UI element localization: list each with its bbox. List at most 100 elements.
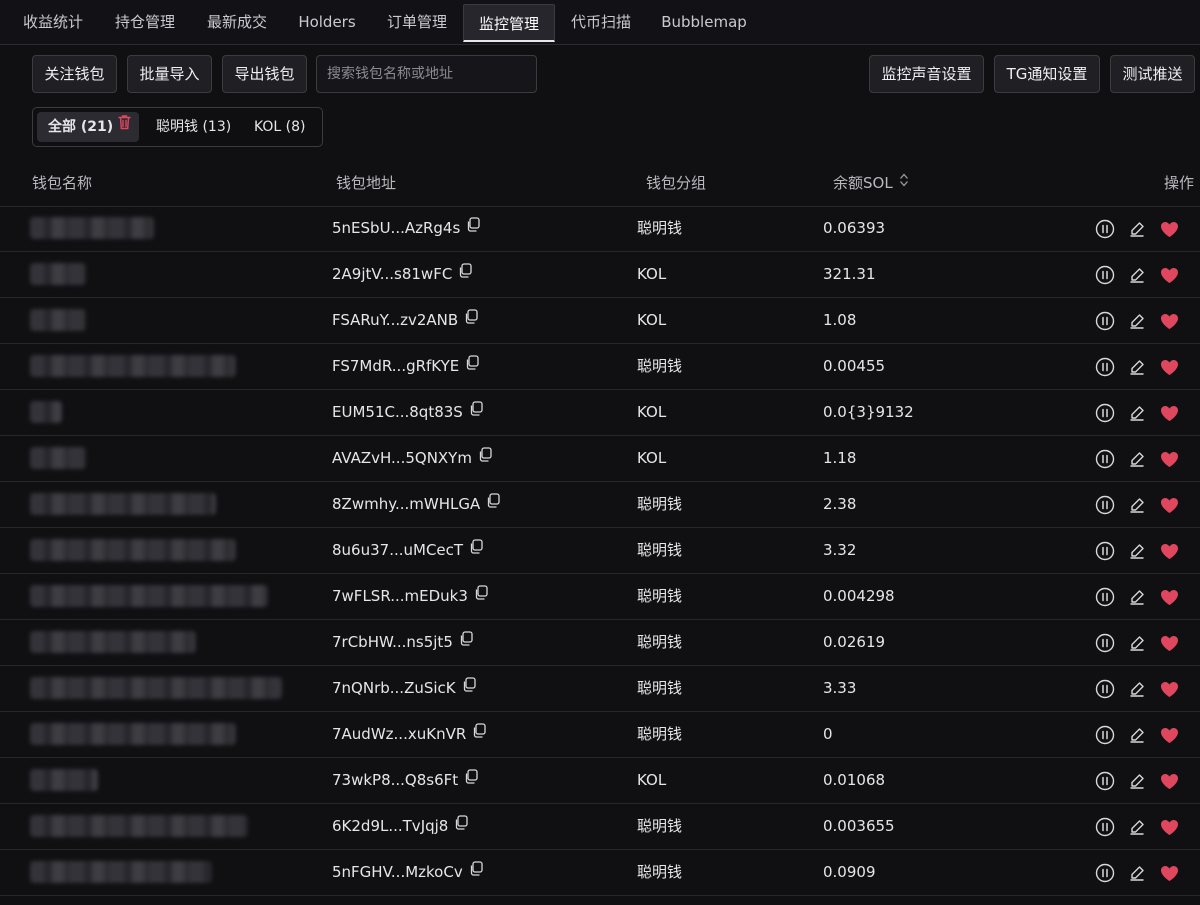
heart-icon[interactable] xyxy=(1158,770,1180,792)
filter-smart-money[interactable]: 聪明钱 (13) xyxy=(156,112,246,142)
test-push-button[interactable]: 测试推送 xyxy=(1110,55,1195,93)
pause-icon[interactable] xyxy=(1094,540,1116,562)
copy-icon[interactable] xyxy=(464,297,478,342)
heart-icon[interactable] xyxy=(1158,586,1180,608)
wallet-name-redacted[interactable] xyxy=(30,677,282,699)
tab-bubblemap[interactable]: Bubblemap xyxy=(648,2,760,42)
tab-holders[interactable]: Holders xyxy=(284,2,370,42)
edit-icon[interactable] xyxy=(1126,402,1148,424)
wallet-name-redacted[interactable] xyxy=(30,585,268,607)
copy-icon[interactable] xyxy=(459,619,473,664)
wallet-name-redacted[interactable] xyxy=(30,723,236,745)
wallet-address: FSARuY...zv2ANB xyxy=(332,311,459,329)
table-row: AVAZvH...5QNXYm KOL 1.18 xyxy=(0,436,1200,482)
edit-icon[interactable] xyxy=(1126,494,1148,516)
pause-icon[interactable] xyxy=(1094,724,1116,746)
copy-icon[interactable] xyxy=(486,481,500,526)
edit-icon[interactable] xyxy=(1126,678,1148,700)
wallet-name-redacted[interactable] xyxy=(30,263,86,285)
heart-icon[interactable] xyxy=(1158,540,1180,562)
wallet-name-redacted[interactable] xyxy=(30,309,86,331)
tab-positions[interactable]: 持仓管理 xyxy=(100,2,190,42)
wallet-name-redacted[interactable] xyxy=(30,631,196,653)
edit-icon[interactable] xyxy=(1126,448,1148,470)
tg-notify-settings-button[interactable]: TG通知设置 xyxy=(994,55,1100,93)
copy-icon[interactable] xyxy=(458,251,472,296)
edit-icon[interactable] xyxy=(1126,356,1148,378)
heart-icon[interactable] xyxy=(1158,218,1180,240)
heart-icon[interactable] xyxy=(1158,632,1180,654)
copy-icon[interactable] xyxy=(466,205,480,250)
edit-icon[interactable] xyxy=(1126,632,1148,654)
copy-icon[interactable] xyxy=(462,665,476,710)
copy-icon[interactable] xyxy=(469,849,483,894)
monitor-sound-settings-button[interactable]: 监控声音设置 xyxy=(869,55,984,93)
export-wallet-button[interactable]: 导出钱包 xyxy=(222,55,307,93)
sort-icon[interactable] xyxy=(899,160,909,206)
filter-all[interactable]: 全部 (21) xyxy=(37,112,139,142)
tab-latest-trades[interactable]: 最新成交 xyxy=(192,2,282,42)
pause-icon[interactable] xyxy=(1094,310,1116,332)
pause-icon[interactable] xyxy=(1094,678,1116,700)
pause-icon[interactable] xyxy=(1094,494,1116,516)
tab-monitor[interactable]: 监控管理 xyxy=(463,4,555,42)
pause-icon[interactable] xyxy=(1094,586,1116,608)
copy-icon[interactable] xyxy=(474,573,488,618)
pause-icon[interactable] xyxy=(1094,770,1116,792)
copy-icon[interactable] xyxy=(469,527,483,572)
copy-icon[interactable] xyxy=(478,435,492,480)
heart-icon[interactable] xyxy=(1158,862,1180,884)
tab-profit-stats[interactable]: 收益统计 xyxy=(8,2,98,42)
heart-icon[interactable] xyxy=(1158,448,1180,470)
copy-icon[interactable] xyxy=(465,343,479,388)
heart-icon[interactable] xyxy=(1158,678,1180,700)
edit-icon[interactable] xyxy=(1126,770,1148,792)
wallet-name-redacted[interactable] xyxy=(30,447,86,469)
search-input[interactable] xyxy=(316,55,537,93)
edit-icon[interactable] xyxy=(1126,218,1148,240)
pause-icon[interactable] xyxy=(1094,816,1116,838)
wallet-address: 8u6u37...uMCecT xyxy=(332,541,464,559)
edit-icon[interactable] xyxy=(1126,724,1148,746)
wallet-name-redacted[interactable] xyxy=(30,539,236,561)
pause-icon[interactable] xyxy=(1094,264,1116,286)
heart-icon[interactable] xyxy=(1158,264,1180,286)
heart-icon[interactable] xyxy=(1158,402,1180,424)
bulk-import-button[interactable]: 批量导入 xyxy=(127,55,212,93)
pause-icon[interactable] xyxy=(1094,356,1116,378)
tab-token-scan[interactable]: 代币扫描 xyxy=(556,2,646,42)
heart-icon[interactable] xyxy=(1158,724,1180,746)
wallet-name-redacted[interactable] xyxy=(30,861,212,883)
copy-icon[interactable] xyxy=(464,757,478,802)
wallet-name-redacted[interactable] xyxy=(30,493,216,515)
edit-icon[interactable] xyxy=(1126,264,1148,286)
pause-icon[interactable] xyxy=(1094,218,1116,240)
heart-icon[interactable] xyxy=(1158,356,1180,378)
follow-wallet-button[interactable]: 关注钱包 xyxy=(32,55,117,93)
filter-kol[interactable]: KOL (8) xyxy=(254,112,316,142)
pause-icon[interactable] xyxy=(1094,402,1116,424)
edit-icon[interactable] xyxy=(1126,816,1148,838)
wallet-name-redacted[interactable] xyxy=(30,355,236,377)
wallet-name-redacted[interactable] xyxy=(30,815,248,837)
pause-icon[interactable] xyxy=(1094,448,1116,470)
column-balance-sol[interactable]: 余额SOL xyxy=(833,160,909,206)
pause-icon[interactable] xyxy=(1094,632,1116,654)
pause-icon[interactable] xyxy=(1094,862,1116,884)
heart-icon[interactable] xyxy=(1158,310,1180,332)
copy-icon[interactable] xyxy=(472,711,486,756)
tab-orders[interactable]: 订单管理 xyxy=(372,2,462,42)
heart-icon[interactable] xyxy=(1158,816,1180,838)
edit-icon[interactable] xyxy=(1126,862,1148,884)
copy-icon[interactable] xyxy=(454,803,469,848)
edit-icon[interactable] xyxy=(1126,540,1148,562)
wallet-name-redacted[interactable] xyxy=(30,769,98,791)
heart-icon[interactable] xyxy=(1158,494,1180,516)
trash-icon[interactable] xyxy=(117,111,132,141)
wallet-table-body: 5nESbU...AzRg4s 聪明钱 0.06393 2A9jtV...s81wFC… xyxy=(0,206,1200,896)
edit-icon[interactable] xyxy=(1126,586,1148,608)
copy-icon[interactable] xyxy=(469,389,483,434)
wallet-name-redacted[interactable] xyxy=(30,217,154,239)
wallet-name-redacted[interactable] xyxy=(30,401,62,423)
edit-icon[interactable] xyxy=(1126,310,1148,332)
